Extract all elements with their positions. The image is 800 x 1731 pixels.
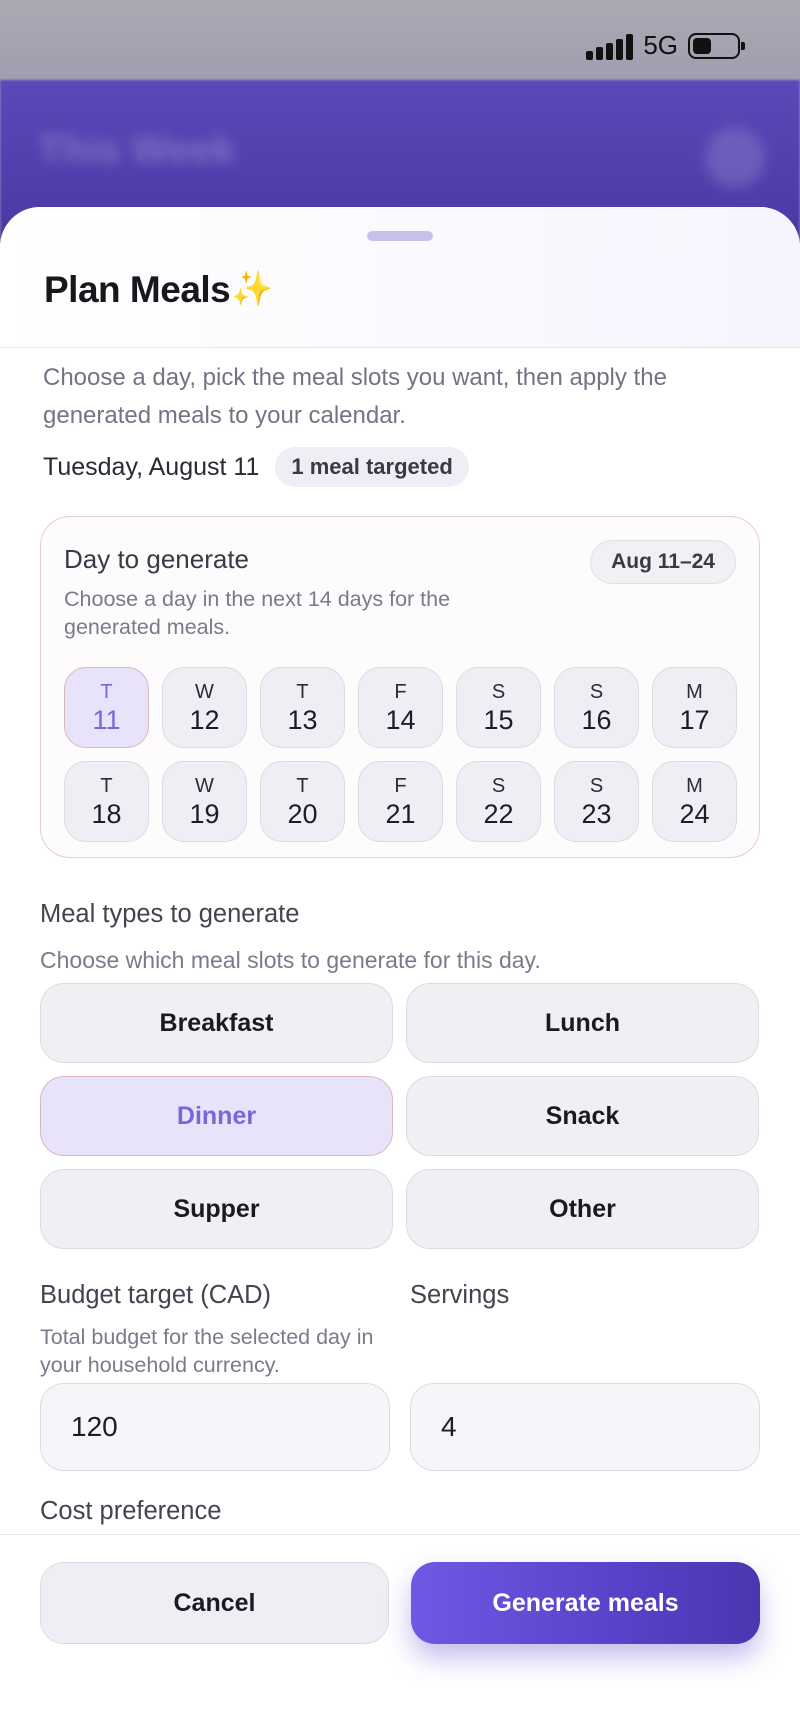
sheet-footer: Cancel Generate meals — [0, 1534, 800, 1731]
day-number-label: 16 — [581, 704, 612, 735]
budget-subtitle: Total budget for the selected day in you… — [40, 1325, 374, 1377]
day-button-22[interactable]: S 22 — [456, 761, 541, 842]
day-picker-subtitle: Choose a day in the next 14 days for the… — [64, 587, 451, 639]
meal-type-breakfast-button[interactable]: Breakfast — [40, 983, 393, 1063]
status-icons: 5G — [586, 30, 745, 61]
day-button-19[interactable]: W 19 — [162, 761, 247, 842]
sheet-grabber[interactable] — [367, 231, 433, 241]
budget-input[interactable]: 120 — [40, 1383, 390, 1471]
budget-title: Budget target (CAD) — [40, 1281, 272, 1309]
day-button-18[interactable]: T 18 — [64, 761, 149, 842]
meal-types-subtitle: Choose which meal slots to generate for … — [40, 947, 541, 973]
background-action-button — [705, 128, 765, 188]
meal-type-other-button[interactable]: Other — [406, 1169, 759, 1249]
meal-type-dinner-button[interactable]: Dinner — [40, 1076, 393, 1156]
cellular-signal-icon — [586, 32, 634, 60]
day-picker-card: Day to generate Choose a day in the next… — [40, 516, 760, 858]
day-number-label: 23 — [581, 798, 612, 829]
day-button-12[interactable]: W 12 — [162, 667, 247, 748]
day-weekday-label: S — [491, 680, 506, 703]
day-button-23[interactable]: S 23 — [554, 761, 639, 842]
day-number-label: 18 — [91, 798, 122, 829]
day-number-label: 11 — [92, 704, 121, 735]
day-weekday-label: M — [686, 774, 703, 797]
day-number-label: 14 — [385, 704, 416, 735]
day-number-label: 13 — [287, 704, 318, 735]
day-weekday-label: S — [589, 774, 604, 797]
meal-type-lunch-button[interactable]: Lunch — [406, 983, 759, 1063]
day-weekday-label: F — [394, 680, 407, 703]
day-weekday-label: T — [100, 680, 113, 703]
meal-types-title: Meal types to generate — [40, 900, 300, 928]
intro-text: Choose a day, pick the meal slots you wa… — [43, 364, 667, 429]
day-button-13[interactable]: T 13 — [260, 667, 345, 748]
day-button-20[interactable]: T 20 — [260, 761, 345, 842]
day-button-14[interactable]: F 14 — [358, 667, 443, 748]
day-grid: T 11 W 12 T 13 F 14 S 15 S 16 M 17 T 18 W 19 T 20 F 21 S 22 S 23 M… — [64, 667, 737, 842]
cancel-button[interactable]: Cancel — [40, 1562, 389, 1644]
date-range-badge: Aug 11–24 — [590, 540, 736, 584]
status-bar: 5G — [0, 0, 800, 90]
day-button-11[interactable]: T 11 — [64, 667, 149, 748]
day-number-label: 17 — [679, 704, 710, 735]
meal-type-supper-button[interactable]: Supper — [40, 1169, 393, 1249]
day-number-label: 19 — [189, 798, 220, 829]
network-label: 5G — [643, 30, 678, 60]
meal-type-snack-button[interactable]: Snack — [406, 1076, 759, 1156]
cost-preference-title: Cost preference — [40, 1497, 222, 1525]
day-weekday-label: F — [394, 774, 407, 797]
sheet-header: Plan Meals ✨ — [0, 207, 800, 348]
battery-icon — [688, 32, 745, 59]
day-number-label: 21 — [385, 798, 416, 829]
generate-meals-button[interactable]: Generate meals — [411, 1562, 760, 1644]
meal-type-grid: Breakfast Lunch Dinner Snack Supper Other — [40, 983, 759, 1249]
day-weekday-label: T — [296, 680, 309, 703]
day-weekday-label: W — [195, 774, 214, 797]
day-number-label: 22 — [483, 798, 514, 829]
plan-meals-sheet: Plan Meals ✨ Choose a day, pick the meal… — [0, 207, 800, 1731]
day-button-16[interactable]: S 16 — [554, 667, 639, 748]
day-picker-title: Day to generate — [64, 544, 250, 574]
day-button-17[interactable]: M 17 — [652, 667, 737, 748]
day-button-15[interactable]: S 15 — [456, 667, 541, 748]
day-number-label: 24 — [679, 798, 710, 829]
servings-input[interactable]: 4 — [410, 1383, 760, 1471]
day-weekday-label: W — [195, 680, 214, 703]
selected-date: Tuesday, August 11 — [43, 452, 260, 481]
sheet-title: Plan Meals — [44, 269, 231, 310]
date-row: Tuesday, August 11 1 meal targeted — [43, 447, 469, 487]
day-number-label: 20 — [287, 798, 318, 829]
day-weekday-label: T — [296, 774, 309, 797]
servings-title: Servings — [410, 1281, 510, 1309]
sparkles-icon: ✨ — [231, 270, 274, 308]
day-button-21[interactable]: F 21 — [358, 761, 443, 842]
day-number-label: 12 — [189, 704, 220, 735]
day-weekday-label: M — [686, 680, 703, 703]
meals-targeted-badge: 1 meal targeted — [275, 447, 469, 487]
background-title: This Week — [38, 128, 236, 172]
day-weekday-label: T — [100, 774, 113, 797]
day-weekday-label: S — [491, 774, 506, 797]
day-button-24[interactable]: M 24 — [652, 761, 737, 842]
day-weekday-label: S — [589, 680, 604, 703]
day-number-label: 15 — [483, 704, 514, 735]
